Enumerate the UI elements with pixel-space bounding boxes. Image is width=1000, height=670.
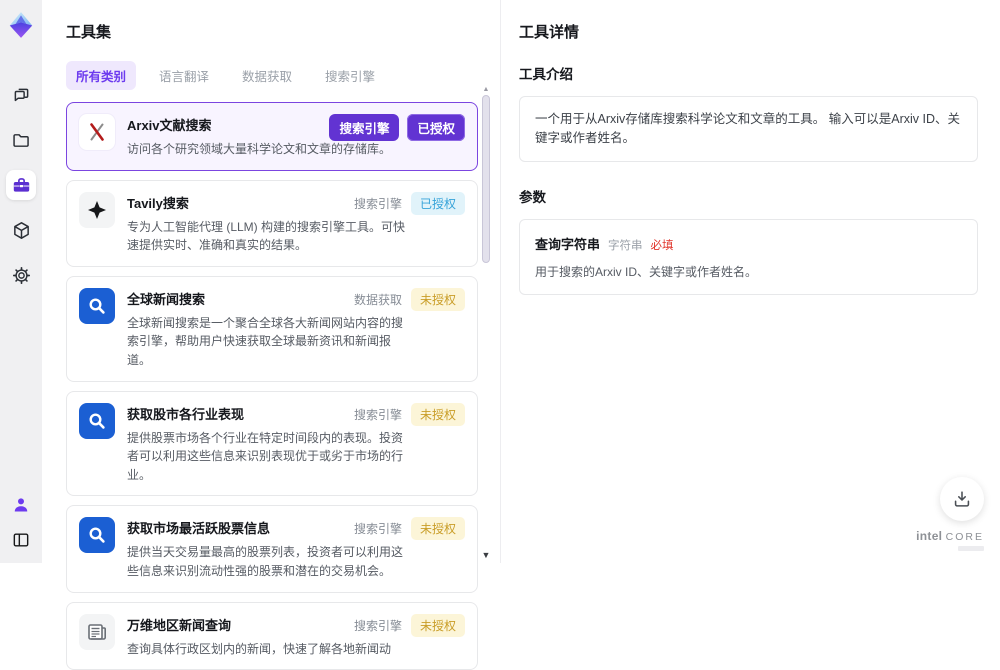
tab-search-engine[interactable]: 搜索引擎 <box>315 61 385 90</box>
param-name: 查询字符串 <box>535 236 601 252</box>
blue-search-icon <box>79 287 115 324</box>
icon-rail <box>0 0 42 563</box>
scrollbar-thumb[interactable] <box>482 95 490 263</box>
auth-status-badge: 未授权 <box>410 402 465 426</box>
param-item: 查询字符串 字符串 必填 用于搜索的Arxiv ID、关键字或作者姓名。 <box>519 218 978 295</box>
category-tag: 搜索引擎 <box>353 522 402 537</box>
param-description: 用于搜索的Arxiv ID、关键字或作者姓名。 <box>535 264 758 279</box>
category-tag: 搜索引擎 <box>353 407 402 422</box>
tool-card-regional-news[interactable]: 万维地区新闻查询 查询具体行政区划内的新闻，快速了解各地新闻动 搜索引擎 未授权 <box>66 601 478 670</box>
tool-card-sector-performance[interactable]: 获取股市各行业表现 提供股票市场各个行业在特定时间段内的表现。投资者可以利用这些… <box>66 390 478 497</box>
toolset-panel: 工具集 所有类别 语言翻译 数据获取 搜索引擎 Arxiv文献搜索 访问各个研究… <box>42 0 500 670</box>
tab-language-translation[interactable]: 语言翻译 <box>149 61 219 90</box>
category-tabs: 所有类别 语言翻译 数据获取 搜索引擎 <box>66 61 478 90</box>
tab-data-fetch[interactable]: 数据获取 <box>232 61 302 90</box>
tool-card-arxiv[interactable]: Arxiv文献搜索 访问各个研究领域大量科学论文和文章的存储库。 搜索引擎 已授… <box>66 102 478 171</box>
tool-description: 提供股票市场各个行业在特定时间段内的表现。投资者可以利用这些信息来识别表现优于或… <box>127 430 404 482</box>
category-tag: 搜索引擎 <box>353 618 402 633</box>
tool-description: 查询具体行政区划内的新闻，快速了解各地新闻动 <box>127 641 392 656</box>
param-type: 字符串 <box>608 239 643 252</box>
scrollbar-down-arrow[interactable]: ▼ <box>481 550 491 560</box>
tab-all-categories[interactable]: 所有类别 <box>66 61 137 90</box>
folder-icon[interactable] <box>6 125 36 155</box>
auth-status-badge: 已授权 <box>407 114 465 141</box>
auth-status-badge: 未授权 <box>410 613 465 637</box>
toolbox-icon[interactable] <box>6 170 36 200</box>
auth-status-badge: 已授权 <box>410 191 465 215</box>
blue-search-icon <box>79 402 115 439</box>
panel-toggle-icon[interactable] <box>8 527 34 553</box>
download-icon <box>954 491 970 507</box>
tool-list: Arxiv文献搜索 访问各个研究领域大量科学论文和文章的存储库。 搜索引擎 已授… <box>66 102 478 670</box>
intro-box: 一个用于从Arxiv存储库搜索科学论文和文章的工具。 输入可以是Arxiv ID… <box>519 96 978 162</box>
intel-core-logo: intel CORE <box>916 530 984 551</box>
category-tag: 数据获取 <box>353 292 402 307</box>
tool-card-tavily[interactable]: Tavily搜索 专为人工智能代理 (LLM) 构建的搜索引擎工具。可快速提供实… <box>66 179 478 267</box>
category-tag: 搜索引擎 <box>329 114 400 141</box>
settings-icon[interactable] <box>6 260 36 290</box>
tool-description: 访问各个研究领域大量科学论文和文章的存储库。 <box>127 142 392 156</box>
chat-icon[interactable] <box>6 80 36 110</box>
arxiv-icon <box>79 114 115 150</box>
star-icon <box>79 191 115 228</box>
cube-icon[interactable] <box>6 215 36 245</box>
category-tag: 搜索引擎 <box>353 196 402 211</box>
rail-bottom <box>8 492 34 553</box>
app-window: 工具集 所有类别 语言翻译 数据获取 搜索引擎 Arxiv文献搜索 访问各个研究… <box>0 0 1000 670</box>
intro-heading: 工具介绍 <box>519 67 573 82</box>
user-icon[interactable] <box>8 492 34 518</box>
brand-intel: intel <box>916 529 943 543</box>
brand-bar <box>958 546 984 551</box>
brand-core: CORE <box>945 531 984 543</box>
auth-status-badge: 未授权 <box>410 517 465 541</box>
page-title: 工具集 <box>66 24 112 41</box>
gem-logo-icon[interactable] <box>6 10 36 40</box>
params-heading: 参数 <box>519 189 546 205</box>
news-icon <box>79 613 115 650</box>
rail-nav <box>6 80 36 290</box>
details-title: 工具详情 <box>519 24 580 41</box>
tool-description: 提供当天交易量最高的股票列表，投资者可以利用这些信息来识别流动性强的股票和潜在的… <box>127 545 404 578</box>
blue-search-icon <box>79 517 115 554</box>
scrollbar-up-arrow[interactable]: ▲ <box>481 86 491 94</box>
download-button[interactable] <box>940 477 984 521</box>
tool-card-global-news[interactable]: 全球新闻搜索 全球新闻搜索是一个聚合全球各大新闻网站内容的搜索引擎，帮助用户快速… <box>66 275 478 382</box>
tool-description: 专为人工智能代理 (LLM) 构建的搜索引擎工具。可快速提供实时、准确和真实的结… <box>127 219 406 253</box>
tool-card-most-active-stocks[interactable]: 获取市场最活跃股票信息 提供当天交易量最高的股票列表，投资者可以利用这些信息来识… <box>66 505 478 593</box>
auth-status-badge: 未授权 <box>410 287 465 311</box>
tool-details-panel: 工具详情 工具介绍 一个用于从Arxiv存储库搜索科学论文和文章的工具。 输入可… <box>500 0 1000 563</box>
list-scrollbar[interactable]: ▲ ▼ <box>481 86 491 563</box>
param-required-badge: 必填 <box>650 239 674 252</box>
tool-description: 全球新闻搜索是一个聚合全球各大新闻网站内容的搜索引擎，帮助用户快速获取全球最新资… <box>127 315 404 367</box>
